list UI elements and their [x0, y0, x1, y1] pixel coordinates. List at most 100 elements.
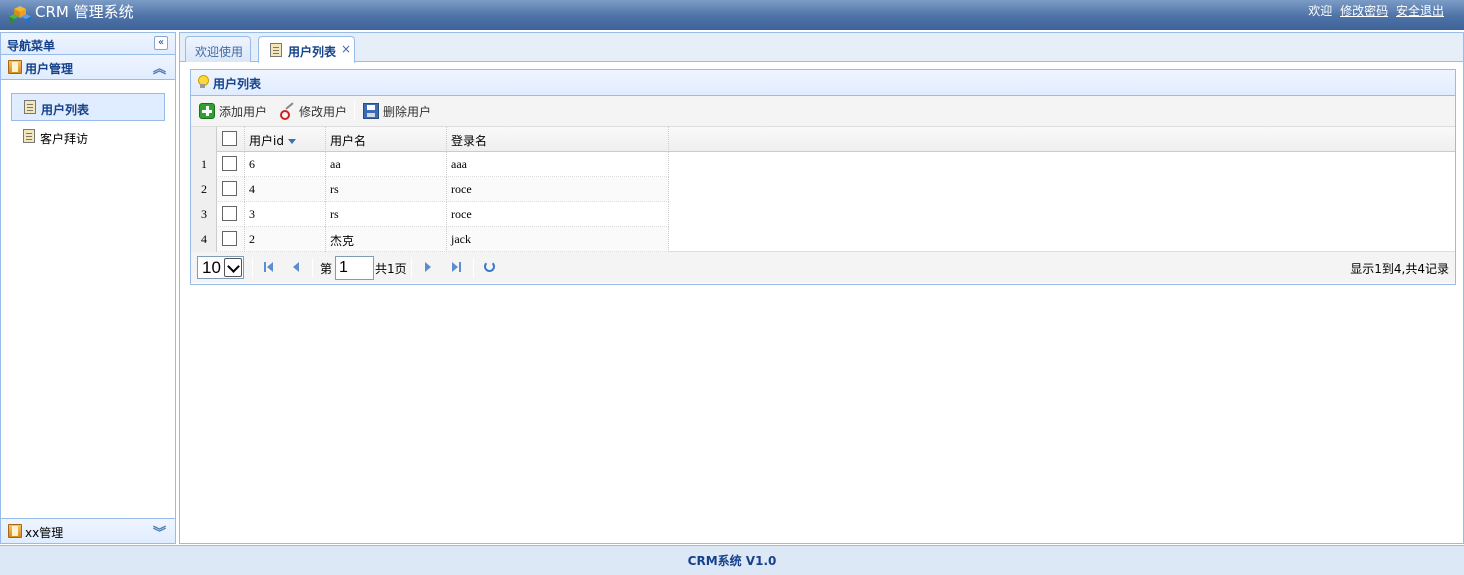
page-icon — [24, 100, 36, 114]
toolbar-separator — [354, 101, 355, 121]
table-header: 用户id 用户名 登录名 — [191, 127, 1455, 152]
pagination-bar: 10 第 1 共1页 显示1到4,共4记录 — [191, 252, 1455, 283]
refresh-icon — [484, 261, 495, 272]
table-row[interactable]: 2 4 rs roce — [191, 177, 669, 202]
pager-info: 显示1到4,共4记录 — [1350, 262, 1449, 276]
cell-id: 3 — [245, 202, 326, 227]
row-select-cell — [217, 152, 245, 177]
table-row[interactable]: 4 2 杰克 jack — [191, 227, 669, 252]
user-links: 欢迎 修改密码 安全退出 — [1308, 4, 1444, 18]
edit-user-button[interactable]: 修改用户 — [279, 102, 349, 120]
accordion-title: 用户管理 — [25, 62, 74, 76]
page-size-select[interactable]: 10 — [197, 256, 244, 279]
row-select-cell — [217, 202, 245, 227]
cell-username: rs — [326, 202, 447, 227]
sidebar-title: 导航菜单 — [7, 39, 56, 53]
user-list-panel: 用户列表 添加用户 修改用户 删除用户 用户id 用户名 登录名 1 6 aa … — [190, 69, 1456, 285]
pager-separator — [473, 258, 474, 278]
row-number: 1 — [191, 152, 217, 177]
chevron-down-icon[interactable]: ︾ — [153, 522, 166, 541]
user-table: 用户id 用户名 登录名 1 6 aa aaa 2 4 rs roce 3 3 … — [191, 127, 1455, 252]
prev-page-icon — [293, 262, 299, 272]
add-user-button[interactable]: 添加用户 — [199, 102, 269, 120]
close-icon[interactable]: × — [341, 42, 351, 56]
app-footer: CRM系统 V1.0 — [0, 545, 1464, 575]
sidebar-item-label: 用户列表 — [41, 103, 90, 117]
cell-id: 6 — [245, 152, 326, 177]
sidebar-item-customer-visit[interactable]: 客户拜访 — [11, 123, 165, 151]
row-select-cell — [217, 177, 245, 202]
panel-title: 用户列表 — [213, 77, 262, 91]
sidebar-header: 导航菜单 « — [1, 33, 175, 55]
refresh-button[interactable] — [482, 260, 496, 274]
tab-user-list[interactable]: 用户列表 × — [258, 36, 355, 63]
cell-username: aa — [326, 152, 447, 177]
tab-bar: 欢迎使用 用户列表 × — [180, 33, 1463, 63]
logout-link[interactable]: 安全退出 — [1396, 4, 1444, 18]
welcome-text: 欢迎 — [1308, 4, 1333, 18]
cell-id: 2 — [245, 227, 326, 252]
app-header: CRM 管理系统 欢迎 修改密码 安全退出 — [0, 0, 1464, 30]
sort-desc-icon — [287, 139, 296, 144]
cell-username: 杰克 — [326, 227, 447, 252]
toolbar: 添加用户 修改用户 删除用户 — [191, 96, 1455, 127]
app-logo-icon — [9, 6, 31, 24]
page-icon — [270, 43, 282, 57]
change-password-link[interactable]: 修改密码 — [1340, 4, 1388, 18]
cell-login: roce — [447, 177, 669, 202]
page-prefix: 第 — [320, 262, 333, 276]
floppy-disk-icon — [363, 103, 379, 119]
sidebar-item-label: 客户拜访 — [40, 132, 89, 146]
row-checkbox[interactable] — [222, 156, 237, 171]
table-row[interactable]: 3 3 rs roce — [191, 202, 669, 227]
first-page-button[interactable] — [262, 260, 276, 274]
table-row[interactable]: 1 6 aa aaa — [191, 152, 669, 177]
panel-header: 用户列表 — [191, 70, 1455, 96]
pager-separator — [411, 258, 412, 278]
main-content: 欢迎使用 用户列表 × 用户列表 添加用户 修改用户 删除用户 用户id 用户名… — [179, 32, 1464, 544]
column-header-login[interactable]: 登录名 — [447, 127, 669, 152]
chevron-up-icon[interactable]: ︽ — [153, 58, 166, 77]
add-user-label: 添加用户 — [219, 105, 268, 119]
next-page-button[interactable] — [421, 260, 435, 274]
accordion-header-user-management[interactable]: 用户管理 ︽ — [1, 55, 175, 80]
first-page-icon — [264, 262, 266, 272]
sidebar-item-user-list[interactable]: 用户列表 — [11, 93, 165, 121]
row-number: 2 — [191, 177, 217, 202]
cell-login: aaa — [447, 152, 669, 177]
tab-label: 欢迎使用 — [195, 45, 244, 59]
cell-id: 4 — [245, 177, 326, 202]
page-number-input[interactable]: 1 — [335, 256, 374, 280]
row-checkbox[interactable] — [222, 181, 237, 196]
page-size-value: 10 — [202, 258, 221, 277]
footer-text: CRM系统 V1.0 — [687, 554, 777, 568]
select-all-checkbox[interactable] — [222, 131, 237, 146]
accordion-header-xx-management[interactable]: xx管理 ︾ — [1, 518, 175, 543]
rownum-header — [191, 127, 217, 152]
last-page-icon — [452, 262, 458, 272]
column-header-username[interactable]: 用户名 — [326, 127, 447, 152]
pager-separator — [312, 258, 313, 278]
navigation-sidebar: 导航菜单 « 用户管理 ︽ 用户列表 客户拜访 xx管理 ︾ — [0, 32, 176, 544]
book-icon — [8, 524, 22, 538]
prev-page-button[interactable] — [289, 260, 303, 274]
delete-user-button[interactable]: 删除用户 — [363, 102, 433, 120]
last-page-button[interactable] — [449, 260, 463, 274]
double-chevron-left-icon[interactable]: « — [154, 36, 168, 50]
chevron-down-icon[interactable] — [224, 258, 242, 277]
scissors-icon — [279, 103, 295, 120]
accordion-title: xx管理 — [25, 526, 64, 540]
tab-welcome[interactable]: 欢迎使用 — [185, 36, 251, 62]
column-header-id[interactable]: 用户id — [245, 127, 326, 152]
page-icon — [23, 129, 35, 143]
row-checkbox[interactable] — [222, 231, 237, 246]
row-checkbox[interactable] — [222, 206, 237, 221]
page-number-value: 1 — [339, 259, 348, 276]
column-label: 登录名 — [451, 134, 488, 148]
page-total: 共1页 — [375, 262, 407, 276]
lightbulb-icon — [197, 75, 209, 89]
row-number: 4 — [191, 227, 217, 252]
select-all-cell — [217, 127, 245, 152]
pager-separator — [252, 258, 253, 278]
row-number: 3 — [191, 202, 217, 227]
